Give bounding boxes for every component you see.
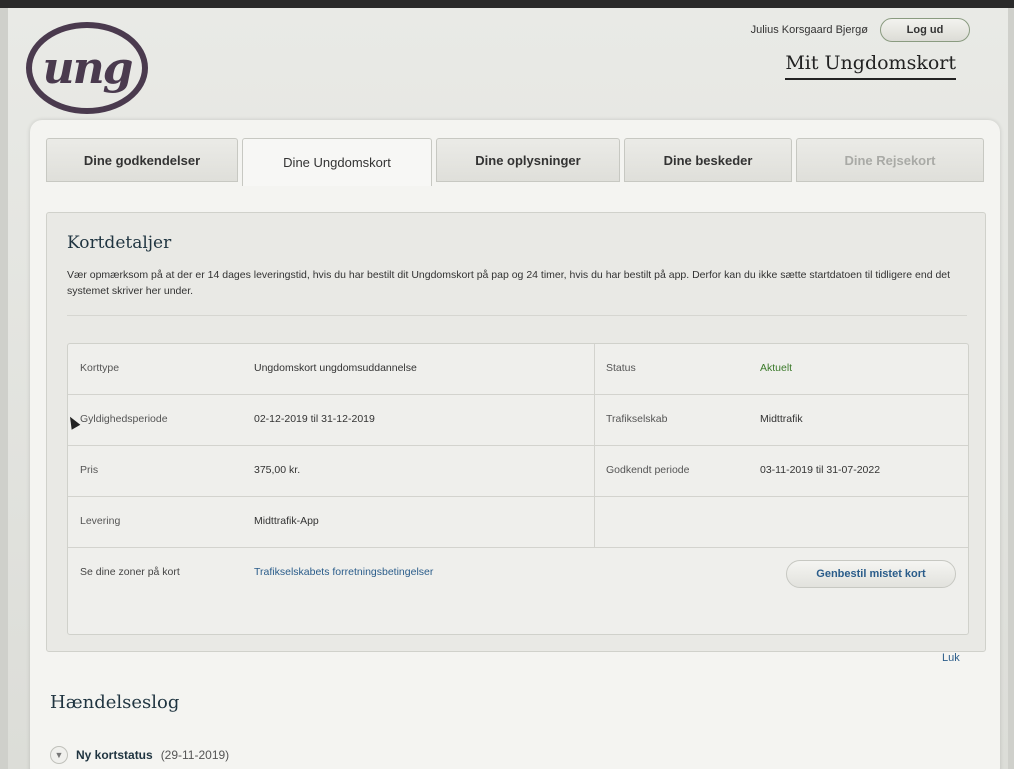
- table-row-card-type: Korttype Ungdomskort ungdomsuddannelse S…: [68, 344, 968, 395]
- tab-youth-cards[interactable]: Dine Ungdomskort: [242, 138, 432, 186]
- card-details-panel: Kortdetaljer Vær opmærksom på at der er …: [46, 212, 986, 652]
- event-log-item-date: (29-11-2019): [160, 748, 230, 762]
- value-price: 375,00 kr.: [254, 464, 301, 476]
- tab-messages[interactable]: Dine beskeder: [624, 138, 792, 182]
- value-status: Aktuelt: [760, 362, 793, 374]
- terms-link[interactable]: Trafikselskabets forretningsbetingelser: [254, 566, 433, 578]
- page: ung Julius Korsgaard Bjergø Log ud Mit U…: [8, 8, 1008, 769]
- table-row-validity: Gyldighedsperiode 02-12-2019 til 31-12-2…: [68, 395, 968, 446]
- value-operator: Midttrafik: [760, 413, 803, 425]
- label-validity: Gyldighedsperiode: [80, 413, 168, 425]
- tab-information[interactable]: Dine oplysninger: [436, 138, 620, 182]
- event-log-title: Hændelseslog: [50, 692, 180, 713]
- content-card: Dine godkendelser Dine Ungdomskort Dine …: [30, 120, 1000, 769]
- card-details-table: Korttype Ungdomskort ungdomsuddannelse S…: [67, 343, 969, 635]
- tab-approvals[interactable]: Dine godkendelser: [46, 138, 238, 182]
- label-card-type: Korttype: [80, 362, 120, 374]
- ung-logo[interactable]: ung: [26, 22, 148, 114]
- event-log-item-text: Ny kortstatus: [76, 748, 153, 762]
- table-row-delivery: Levering Midttrafik-App: [68, 497, 968, 548]
- tab-bar: Dine godkendelser Dine Ungdomskort Dine …: [46, 138, 984, 186]
- card-details-title: Kortdetaljer: [67, 233, 172, 253]
- label-delivery: Levering: [80, 515, 121, 527]
- label-price: Pris: [80, 464, 99, 476]
- reorder-lost-card-button[interactable]: Genbestil mistet kort: [786, 560, 956, 588]
- tab-travel-cards[interactable]: Dine Rejsekort: [796, 138, 984, 182]
- monitor-bezel: [0, 0, 1014, 8]
- label-status: Status: [606, 362, 636, 374]
- close-link[interactable]: Luk: [942, 652, 960, 664]
- logout-button[interactable]: Log ud: [880, 18, 970, 42]
- logo-text: ung: [42, 42, 134, 94]
- event-log-item[interactable]: ▼ Ny kortstatus (29-11-2019): [50, 746, 229, 764]
- delivery-notice: Vær opmærksom på at der er 14 dages leve…: [67, 269, 951, 297]
- chevron-down-icon[interactable]: ▼: [50, 746, 68, 764]
- value-delivery: Midttrafik-App: [254, 515, 319, 527]
- label-operator: Trafikselskab: [606, 413, 668, 425]
- user-name: Julius Korsgaard Bjergø: [750, 24, 868, 36]
- value-validity: 02-12-2019 til 31-12-2019: [254, 413, 375, 425]
- value-approved-period: 03-11-2019 til 31-07-2022: [760, 464, 881, 476]
- divider: [67, 315, 967, 316]
- zones-map-link[interactable]: Se dine zoner på kort: [80, 566, 180, 578]
- value-card-type: Ungdomskort ungdomsuddannelse: [254, 362, 417, 374]
- label-approved-period: Godkendt periode: [606, 464, 690, 476]
- site-title: Mit Ungdomskort: [785, 52, 956, 80]
- table-row-links: Se dine zoner på kort Trafikselskabets f…: [68, 548, 968, 608]
- table-row-price: Pris 375,00 kr. Godkendt periode 03-11-2…: [68, 446, 968, 497]
